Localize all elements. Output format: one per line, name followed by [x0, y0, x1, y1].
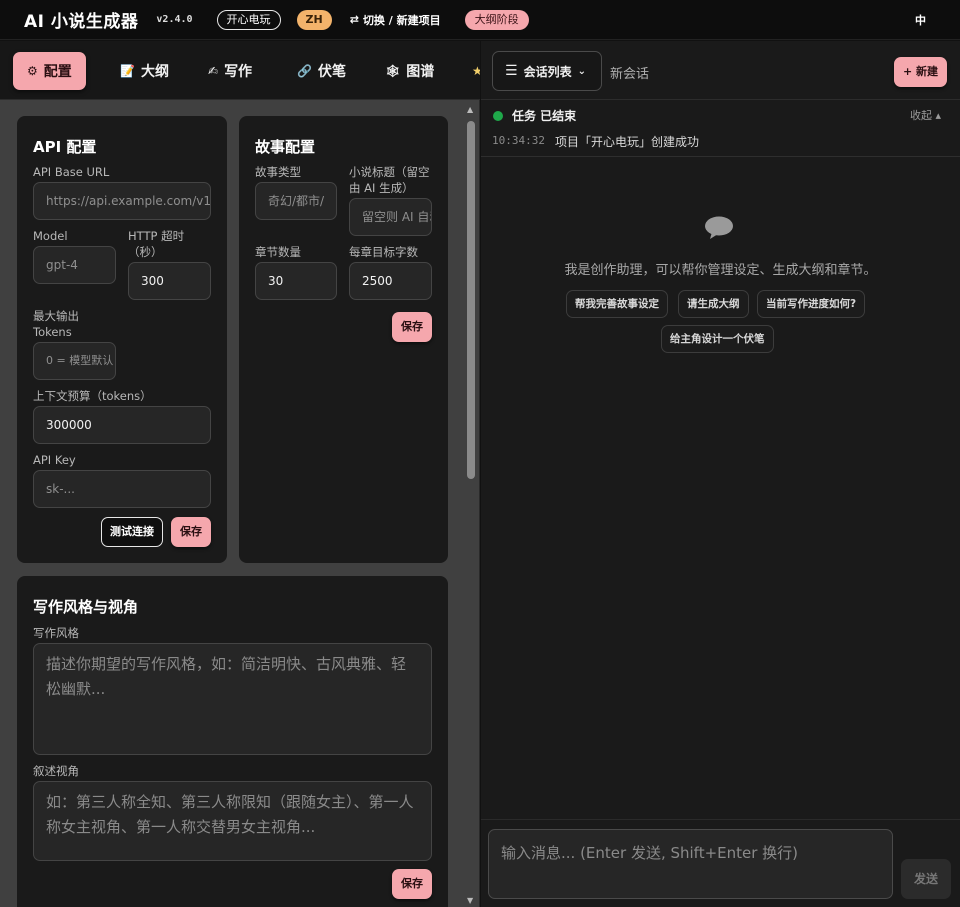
session-list-label: 会话列表: [523, 64, 572, 79]
max-tokens-label: 最大输出 Tokens: [33, 309, 79, 339]
style-label: 写作风格: [33, 626, 79, 640]
context-budget-label: 上下文预算（tokens）: [33, 389, 152, 403]
language-badge[interactable]: ZH: [296, 9, 332, 30]
tab-label: 伏笔: [317, 64, 346, 80]
base-url-label: API Base URL: [33, 165, 110, 179]
network-icon: 🕸: [385, 64, 401, 78]
scroll-thumb[interactable]: [467, 121, 475, 479]
switch-project-link[interactable]: ⇄ 切换 / 新建项目: [350, 12, 441, 28]
new-session-button[interactable]: + 新建: [894, 57, 947, 87]
context-budget-input[interactable]: 300000: [33, 406, 211, 444]
left-scrollbar[interactable]: ▲ ▼: [465, 103, 477, 907]
suggestion-chip[interactable]: 当前写作进度如何?: [757, 290, 866, 318]
config-panel: ⚙ 配置 📝 大纲 ✍ 写作 🔗 伏笔 🕸 图谱 ★ API 配置 API Ba…: [0, 41, 480, 907]
log-message: 项目「开心电玩」创建成功: [555, 135, 700, 149]
ui-language-toggle[interactable]: 中: [915, 12, 926, 28]
timeout-label: HTTP 超时（秒）: [128, 229, 185, 259]
top-bar: AI 小说生成器 v2.4.0 开心电玩 ZH ⇄ 切换 / 新建项目 大纲阶段…: [0, 0, 960, 40]
suggestion-chip[interactable]: 帮我完善故事设定: [566, 290, 668, 318]
writing-hand-icon: ✍: [208, 64, 219, 78]
tab-writing[interactable]: ✍ 写作: [194, 52, 266, 90]
status-dot-icon: [493, 111, 503, 121]
task-status-panel: 任务 已结束 收起 ▴ 10:34:32 项目「开心电玩」创建成功: [481, 101, 960, 157]
stage-badge: 大纲阶段: [464, 9, 529, 30]
novel-title-label: 小说标题（留空由 AI 生成）: [349, 165, 430, 195]
suggestion-chip[interactable]: 请生成大纲: [678, 290, 749, 318]
star-icon: ★: [472, 64, 480, 78]
tab-label: 写作: [224, 64, 253, 80]
genre-label: 故事类型: [255, 165, 301, 179]
style-config-card: 写作风格与视角 写作风格 描述你期望的写作风格，如：简洁明快、古风典雅、轻松幽默…: [17, 576, 448, 907]
app-title: AI 小说生成器: [24, 12, 139, 32]
style-config-title: 写作风格与视角: [33, 598, 139, 616]
tab-graph[interactable]: 🕸 图谱: [371, 52, 448, 90]
pov-textarea[interactable]: 如：第三人称全知、第三人称限知（跟随女主）、第一人称女主视角、第一人称交替男女主…: [33, 781, 432, 861]
chat-panel: ☰ 会话列表 ⌄ 新会话 + 新建 任务 已结束 收起 ▴ 10:34:32 项…: [481, 41, 960, 907]
log-timestamp: 10:34:32: [492, 134, 545, 147]
session-list-button[interactable]: ☰ 会话列表 ⌄: [492, 51, 602, 91]
collapse-toggle[interactable]: 收起 ▴: [910, 107, 941, 123]
api-config-card: API 配置 API Base URL https://api.example.…: [17, 116, 227, 563]
tab-foreshadow[interactable]: 🔗 伏笔: [283, 52, 360, 90]
save-story-button[interactable]: 保存: [392, 312, 432, 342]
link-icon: 🔗: [297, 64, 312, 78]
switch-project-label: 切换 / 新建项目: [362, 13, 441, 27]
swap-icon: ⇄: [349, 13, 359, 26]
app-version: v2.4.0: [156, 14, 193, 25]
tab-bar: ⚙ 配置 📝 大纲 ✍ 写作 🔗 伏笔 🕸 图谱 ★: [0, 41, 480, 100]
chat-header: ☰ 会话列表 ⌄ 新会话 + 新建: [481, 41, 960, 100]
tab-more[interactable]: ★: [458, 52, 480, 90]
suggestion-chip[interactable]: 给主角设计一个伏笔: [661, 325, 774, 353]
words-label: 每章目标字数: [349, 245, 418, 259]
gear-icon: ⚙: [27, 64, 38, 78]
pov-label: 叙述视角: [33, 764, 79, 778]
style-textarea[interactable]: 描述你期望的写作风格，如：简洁明快、古风典雅、轻松幽默...: [33, 643, 432, 755]
memo-icon: 📝: [120, 64, 135, 78]
story-config-title: 故事配置: [255, 138, 316, 156]
task-status-title: 任务 已结束: [512, 109, 577, 123]
chevron-down-icon: ⌄: [577, 65, 586, 77]
chapters-label: 章节数量: [255, 245, 301, 259]
genre-input[interactable]: 奇幻/都市/: [255, 182, 337, 220]
model-input[interactable]: gpt-4: [33, 246, 116, 284]
model-label: Model: [33, 229, 68, 243]
api-key-label: API Key: [33, 453, 76, 467]
chat-bubble-icon: [705, 216, 733, 239]
tab-label: 大纲: [140, 64, 169, 80]
composer: 输入消息... (Enter 发送, Shift+Enter 换行) 发送: [481, 819, 960, 907]
current-session-title: 新会话: [610, 67, 650, 82]
max-tokens-input[interactable]: 0 = 模型默认: [33, 342, 116, 380]
api-config-title: API 配置: [33, 138, 97, 156]
scroll-up-arrow-icon[interactable]: ▲: [467, 105, 473, 114]
message-input[interactable]: 输入消息... (Enter 发送, Shift+Enter 换行): [488, 829, 893, 899]
test-connection-button[interactable]: 测试连接: [101, 517, 163, 547]
scroll-down-arrow-icon[interactable]: ▼: [467, 896, 473, 905]
send-button[interactable]: 发送: [901, 859, 951, 899]
save-api-button[interactable]: 保存: [171, 517, 211, 547]
tab-config[interactable]: ⚙ 配置: [13, 52, 86, 90]
words-input[interactable]: 2500: [349, 262, 432, 300]
chapters-input[interactable]: 30: [255, 262, 337, 300]
tab-label: 图谱: [406, 64, 435, 80]
base-url-input[interactable]: https://api.example.com/v1: [33, 182, 211, 220]
story-config-card: 故事配置 故事类型 奇幻/都市/ 小说标题（留空由 AI 生成） 留空则 AI …: [239, 116, 448, 563]
menu-icon: ☰: [505, 63, 518, 79]
assistant-intro: 我是创作助理，可以帮你管理设定、生成大纲和章节。: [564, 263, 877, 278]
project-badge[interactable]: 开心电玩: [216, 9, 281, 30]
tab-label: 配置: [43, 64, 72, 80]
timeout-input[interactable]: 300: [128, 262, 211, 300]
save-style-button[interactable]: 保存: [392, 869, 432, 899]
api-key-input[interactable]: sk-...: [33, 470, 211, 508]
novel-title-input[interactable]: 留空则 AI 自动生成: [349, 198, 432, 236]
tab-outline[interactable]: 📝 大纲: [106, 52, 183, 90]
